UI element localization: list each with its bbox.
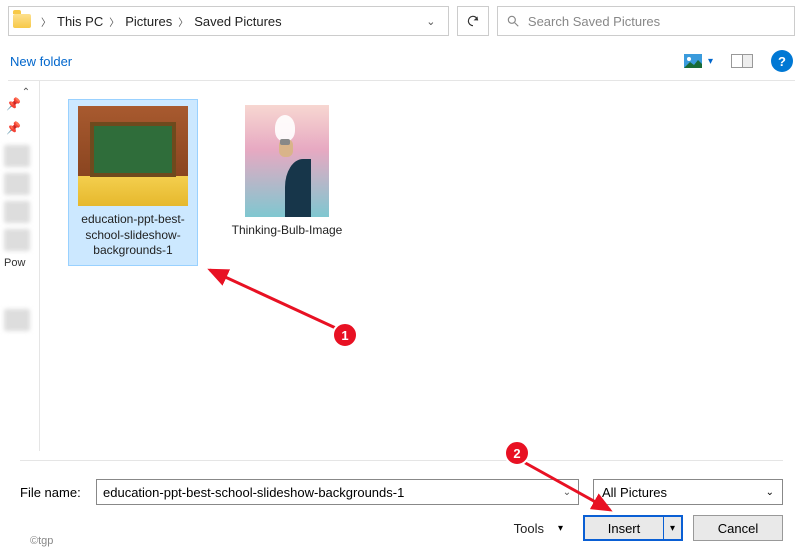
sidebar-item[interactable]: [4, 173, 30, 195]
file-item[interactable]: Thinking-Bulb-Image: [222, 99, 352, 245]
search-placeholder: Search Saved Pictures: [528, 14, 660, 29]
new-folder-button[interactable]: New folder: [10, 54, 72, 69]
insert-split-dropdown[interactable]: ▾: [663, 517, 681, 539]
cancel-button-label: Cancel: [718, 521, 758, 536]
filename-input[interactable]: education-ppt-best-school-slideshow-back…: [96, 479, 579, 505]
search-icon: [506, 14, 520, 28]
folder-icon: [13, 14, 31, 28]
annotation-badge: 2: [504, 440, 530, 466]
footer-panel: File name: education-ppt-best-school-sli…: [0, 460, 803, 551]
help-icon: ?: [778, 54, 786, 69]
tools-menu[interactable]: Tools: [514, 521, 544, 536]
refresh-button[interactable]: [457, 6, 489, 36]
chevron-right-icon: 〉: [41, 14, 51, 29]
preview-pane-button[interactable]: [731, 54, 753, 68]
breadcrumb-dropdown[interactable]: ⌄: [418, 8, 444, 34]
help-button[interactable]: ?: [771, 50, 793, 72]
divider: [20, 460, 783, 461]
file-name-label: education-ppt-best-school-slideshow-back…: [75, 212, 191, 259]
filename-value: education-ppt-best-school-slideshow-back…: [97, 485, 556, 500]
filename-label: File name:: [20, 485, 92, 500]
file-thumbnail: [232, 105, 342, 217]
sidebar: ⌃ 📌 📌 Pow: [0, 81, 40, 451]
sidebar-item-label: Pow: [4, 257, 39, 269]
view-mode-button[interactable]: [682, 53, 704, 69]
sidebar-item[interactable]: [4, 145, 30, 167]
chevron-down-icon: ▾: [558, 523, 563, 534]
address-bar-row: 〉 This PC 〉 Pictures 〉 Saved Pictures ⌄ …: [0, 0, 803, 42]
chevron-right-icon: 〉: [178, 14, 188, 29]
toolbar: New folder ▾ ?: [0, 42, 803, 80]
annotation-badge: 1: [332, 322, 358, 348]
chevron-right-icon: 〉: [109, 14, 119, 29]
watermark: ©tgp: [30, 535, 53, 547]
chevron-down-icon: ⌄: [766, 487, 774, 498]
breadcrumb-bar[interactable]: 〉 This PC 〉 Pictures 〉 Saved Pictures ⌄: [8, 6, 449, 36]
sidebar-item[interactable]: [4, 229, 30, 251]
pin-icon: 📌: [6, 121, 33, 135]
sidebar-collapse-icon[interactable]: ⌃: [19, 85, 33, 99]
pin-icon: 📌: [6, 97, 33, 111]
annotation-arrow: [510, 450, 630, 520]
insert-button-label: Insert: [585, 517, 663, 539]
sidebar-item[interactable]: [4, 309, 30, 331]
view-mode-dropdown[interactable]: ▾: [708, 56, 713, 67]
breadcrumb-item[interactable]: Pictures: [123, 14, 174, 29]
sidebar-item[interactable]: [4, 201, 30, 223]
file-name-label: Thinking-Bulb-Image: [228, 223, 346, 239]
file-thumbnail: [78, 106, 188, 206]
breadcrumb-item[interactable]: Saved Pictures: [192, 14, 283, 29]
main-content: ⌃ 📌 📌 Pow education-ppt-best-school-slid…: [0, 81, 803, 451]
file-item-selected[interactable]: education-ppt-best-school-slideshow-back…: [68, 99, 198, 266]
cancel-button[interactable]: Cancel: [693, 515, 783, 541]
breadcrumb-item[interactable]: This PC: [55, 14, 105, 29]
file-list[interactable]: education-ppt-best-school-slideshow-back…: [40, 81, 803, 451]
search-input[interactable]: Search Saved Pictures: [497, 6, 795, 36]
refresh-icon: [466, 14, 480, 28]
